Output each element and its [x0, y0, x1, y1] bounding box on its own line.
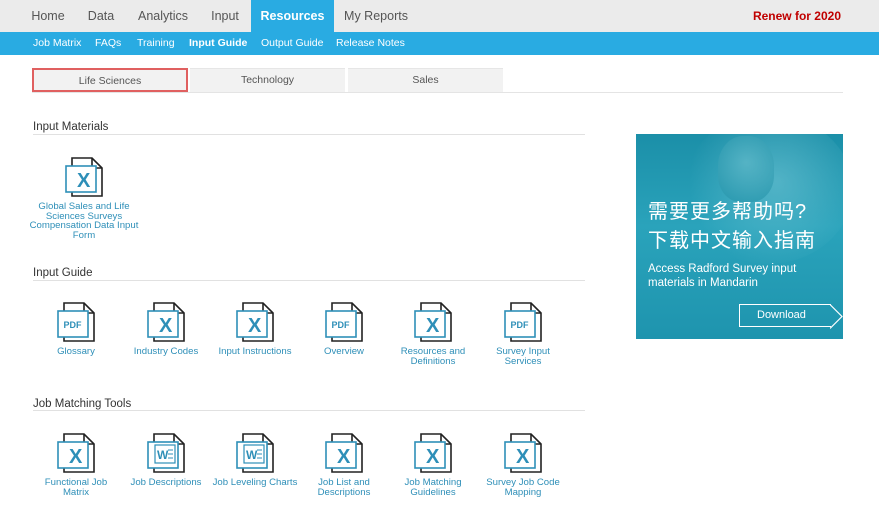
svg-text:X: X [69, 446, 83, 468]
document-label: Industry Codes [133, 346, 199, 357]
word-file-icon: W [236, 433, 274, 473]
tab-life-sciences[interactable]: Life Sciences [32, 68, 188, 92]
tab-sales[interactable]: Sales [348, 68, 503, 92]
excel-file-icon: X [414, 433, 452, 473]
sub-nav: Job Matrix FAQs Training Input Guide Out… [0, 32, 879, 55]
pdf-file-icon: PDF [504, 302, 542, 342]
document-link[interactable]: X Resources and Definitions [388, 300, 478, 366]
svg-text:W: W [157, 448, 169, 462]
document-label: Functional Job Matrix [44, 477, 108, 498]
svg-text:PDF: PDF [332, 320, 351, 330]
pdf-file-icon: PDF [325, 302, 363, 342]
tab-divider [32, 92, 843, 93]
document-label: Input Instructions [218, 346, 292, 357]
nav-resources[interactable]: Resources [251, 0, 334, 32]
document-link[interactable]: X Functional Job Matrix [31, 431, 121, 497]
document-label: Job Leveling Charts [212, 477, 298, 488]
svg-text:X: X [77, 170, 91, 192]
mandarin-guide-banner[interactable]: 需要更多帮助吗? 下载中文输入指南 Access Radford Survey … [636, 134, 843, 339]
excel-file-icon: X [236, 302, 274, 342]
renew-link[interactable]: Renew for 2020 [753, 0, 841, 32]
document-label: Resources and Definitions [400, 346, 466, 367]
pdf-file-icon: PDF [57, 302, 95, 342]
section-divider [33, 134, 585, 135]
document-label: Survey Job Code Mapping [486, 477, 560, 498]
svg-text:PDF: PDF [64, 320, 83, 330]
document-link[interactable]: W Job Descriptions [121, 431, 211, 488]
subnav-job-matrix[interactable]: Job Matrix [33, 32, 81, 55]
section-title-input-materials: Input Materials [33, 121, 109, 133]
document-link[interactable]: PDF Overview [299, 300, 389, 357]
excel-file-icon: X [325, 433, 363, 473]
download-button[interactable]: Download [739, 304, 843, 329]
document-label: Job Descriptions [130, 477, 202, 488]
download-button-label: Download [757, 309, 806, 321]
document-label: Overview [324, 346, 364, 357]
document-label: Job Matching Guidelines [404, 477, 462, 498]
document-label: Job List and Descriptions [317, 477, 371, 498]
svg-text:X: X [248, 315, 262, 337]
nav-data[interactable]: Data [79, 0, 123, 32]
excel-file-icon: X [414, 302, 452, 342]
svg-text:X: X [159, 315, 173, 337]
section-title-job-matching: Job Matching Tools [33, 398, 132, 410]
document-link[interactable]: X Input Instructions [210, 300, 300, 357]
section-divider [33, 280, 585, 281]
banner-headline-line1: 需要更多帮助吗? [648, 201, 808, 223]
svg-text:X: X [337, 446, 351, 468]
section-title-input-guide: Input Guide [33, 267, 93, 279]
svg-text:W: W [246, 448, 258, 462]
nav-input[interactable]: Input [200, 0, 250, 32]
document-label: Global Sales and Life Sciences Surveys C… [29, 201, 139, 241]
document-link[interactable]: X Job List and Descriptions [299, 431, 389, 497]
document-link[interactable]: X Industry Codes [121, 300, 211, 357]
document-link[interactable]: X Survey Job Code Mapping [478, 431, 568, 497]
subnav-input-guide[interactable]: Input Guide [189, 32, 247, 55]
subnav-release-notes[interactable]: Release Notes [336, 32, 405, 55]
excel-file-icon: X [65, 157, 103, 197]
document-link[interactable]: X Global Sales and Life Sciences Surveys … [29, 155, 139, 240]
document-link[interactable]: PDF Glossary [31, 300, 121, 357]
excel-file-icon: X [504, 433, 542, 473]
excel-file-icon: X [147, 302, 185, 342]
document-link[interactable]: X Job Matching Guidelines [388, 431, 478, 497]
tab-technology[interactable]: Technology [190, 68, 345, 92]
section-divider [33, 410, 585, 411]
svg-text:X: X [516, 446, 530, 468]
excel-file-icon: X [57, 433, 95, 473]
svg-text:X: X [426, 315, 440, 337]
document-label: Survey Input Services [496, 346, 550, 367]
nav-home[interactable]: Home [20, 0, 76, 32]
svg-text:X: X [426, 446, 440, 468]
subnav-output-guide[interactable]: Output Guide [261, 32, 323, 55]
document-link[interactable]: PDF Survey Input Services [478, 300, 568, 366]
svg-text:PDF: PDF [511, 320, 530, 330]
arrow-right-icon [830, 304, 843, 329]
word-file-icon: W [147, 433, 185, 473]
nav-my-reports[interactable]: My Reports [338, 0, 414, 32]
top-nav: Home Data Analytics Input Resources My R… [0, 0, 879, 32]
banner-body-text: Access Radford Survey input materials in… [648, 263, 797, 289]
subnav-training[interactable]: Training [137, 32, 175, 55]
nav-analytics[interactable]: Analytics [128, 0, 198, 32]
document-link[interactable]: W Job Leveling Charts [210, 431, 300, 488]
subnav-faqs[interactable]: FAQs [95, 32, 121, 55]
banner-headline-line2: 下载中文输入指南 [648, 230, 816, 252]
document-label: Glossary [57, 346, 95, 357]
banner-person-image [718, 136, 774, 202]
